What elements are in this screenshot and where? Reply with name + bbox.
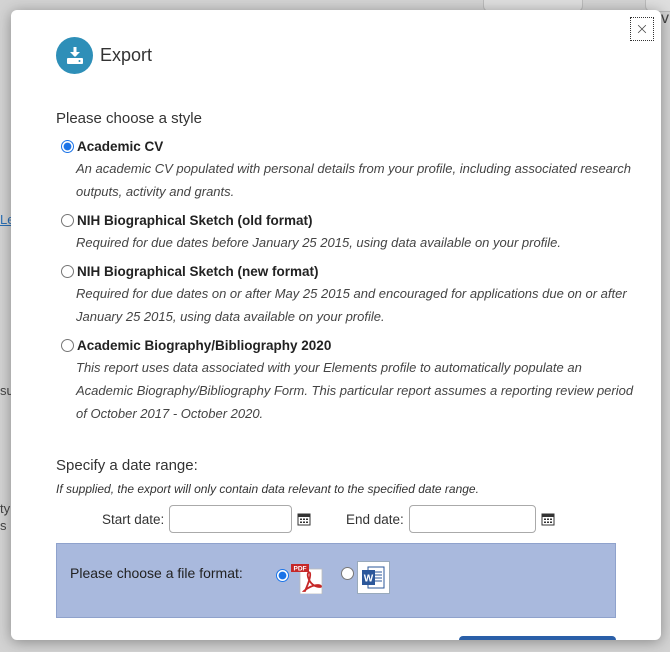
dialog-title: Export xyxy=(100,45,153,65)
style-description: Required for due dates on or after May 2… xyxy=(76,286,627,324)
close-button[interactable] xyxy=(630,17,654,41)
svg-text:W: W xyxy=(364,574,374,585)
style-description: An academic CV populated with personal d… xyxy=(76,161,631,199)
style-radio-academic-cv[interactable] xyxy=(61,139,74,153)
file-format-panel: Please choose a file format: PDF W xyxy=(56,543,616,618)
style-option-nih-old: NIH Biographical Sketch (old format) Req… xyxy=(59,210,639,254)
start-date-group: Start date: xyxy=(102,505,311,533)
style-list: Academic CV An academic CV populated wit… xyxy=(59,136,639,432)
export-dialog: Export Please choose a style Academic CV… xyxy=(11,10,661,640)
download-icon xyxy=(56,37,93,74)
style-section-label: Please choose a style xyxy=(56,110,202,127)
svg-text:PDF: PDF xyxy=(294,566,307,573)
style-option-nih-new: NIH Biographical Sketch (new format) Req… xyxy=(59,261,639,328)
start-date-input[interactable] xyxy=(169,505,293,533)
close-icon xyxy=(637,24,647,34)
style-radio-nih-old[interactable] xyxy=(61,213,74,227)
style-name: NIH Biographical Sketch (old format) xyxy=(77,212,313,228)
style-option-academic-cv: Academic CV An academic CV populated wit… xyxy=(59,136,639,203)
end-date-label: End date: xyxy=(346,511,404,527)
format-radio-word[interactable] xyxy=(341,567,354,580)
style-description: Required for due dates before January 25… xyxy=(76,235,561,250)
end-date-input[interactable] xyxy=(408,505,536,533)
style-name: Academic Biography/Bibliography 2020 xyxy=(77,337,332,353)
style-name: NIH Biographical Sketch (new format) xyxy=(77,263,319,279)
date-range-label: Specify a date range: xyxy=(56,457,198,474)
end-date-group: End date: xyxy=(346,505,555,533)
calendar-icon[interactable] xyxy=(297,512,311,526)
pdf-icon[interactable]: PDF xyxy=(291,564,325,594)
style-radio-academic-bio[interactable] xyxy=(61,338,74,352)
file-format-label: Please choose a file format: xyxy=(70,565,243,581)
style-description: This report uses data associated with yo… xyxy=(76,360,634,421)
start-date-label: Start date: xyxy=(102,511,165,527)
format-radio-pdf[interactable] xyxy=(276,569,289,582)
style-name: Academic CV xyxy=(77,138,164,154)
calendar-icon[interactable] xyxy=(541,512,555,526)
style-radio-nih-new[interactable] xyxy=(61,264,74,278)
export-submit-button[interactable] xyxy=(459,636,616,640)
background-text-fragment: s xyxy=(0,518,7,533)
style-option-academic-bio: Academic Biography/Bibliography 2020 Thi… xyxy=(59,335,639,425)
word-icon[interactable]: W xyxy=(357,561,390,594)
background-text-fragment: v xyxy=(661,10,669,27)
dialog-header: Export xyxy=(56,37,152,74)
date-range-hint: If supplied, the export will only contai… xyxy=(56,482,479,496)
background-text-fragment: ty xyxy=(0,501,11,516)
